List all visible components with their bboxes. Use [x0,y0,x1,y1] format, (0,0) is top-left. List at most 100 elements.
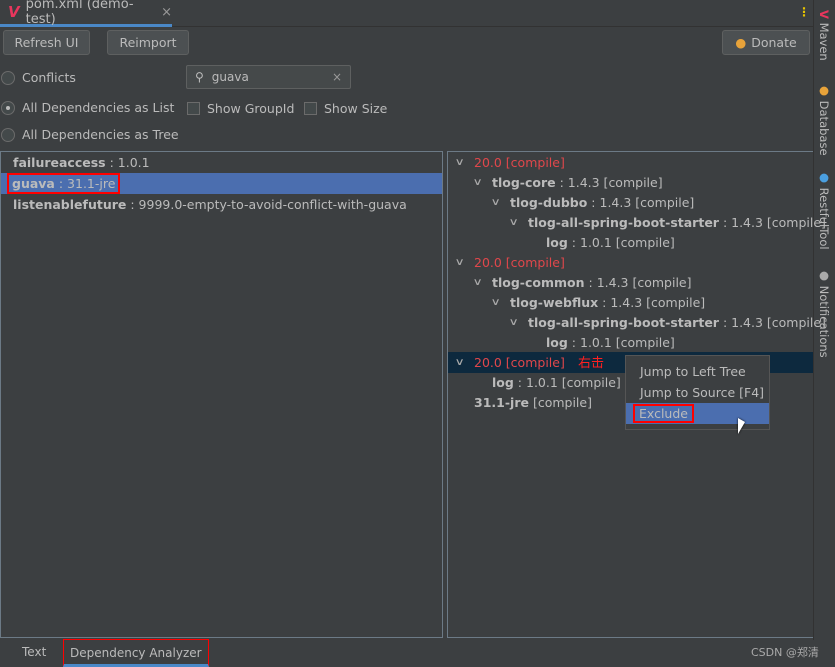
tool-database[interactable]: ● Database [817,83,831,156]
artifact-name: tlog-all-spring-boot-starter [528,215,719,230]
artifact-version: : 9999.0-empty-to-avoid-conflict-with-gu… [126,197,407,212]
artifact-name: guava [12,176,55,191]
tree-node[interactable]: ∨ tlog-core : 1.4.3 [compile] [448,172,813,193]
tool-label: Maven [817,22,831,61]
chevron-down-icon[interactable]: ∨ [455,152,465,173]
artifact-name: tlog-dubbo [510,195,588,210]
donate-icon: ● [735,35,747,50]
tree-node[interactable]: ∨ 20.0 [compile] [448,252,813,273]
artifact-name: tlog-webflux [510,295,599,310]
list-item[interactable]: failureaccess : 1.0.1 [1,152,442,173]
checkbox-label: Show Size [324,101,388,116]
tool-label: Notifications [817,285,831,358]
tab-title: pom.xml (demo-test) [25,0,134,27]
search-input[interactable]: ⚲ guava × [186,65,351,89]
checkbox-label: Show GroupId [207,101,295,116]
maven-icon: V [817,10,831,19]
donate-label: Donate [751,35,797,50]
tree-node[interactable]: log : 1.0.1 [compile] [448,232,813,253]
tree-node[interactable]: ∨ tlog-webflux : 1.4.3 [compile] [448,292,813,313]
checkbox-show-size[interactable]: Show Size [304,101,387,116]
artifact-version: : 1.4.3 [compile] [584,275,692,290]
artifact-version: : 1.4.3 [compile] [718,315,826,330]
donate-button[interactable]: ● Donate [722,30,810,55]
list-item[interactable]: guava : 31.1-jre [1,173,442,194]
context-menu: Jump to Left Tree Jump to Source [F4] Ex… [625,355,770,430]
tool-label: RestfulTool [817,187,831,250]
chevron-down-icon[interactable]: ∨ [455,252,465,273]
database-icon: ● [817,83,831,97]
refresh-ui-button[interactable]: Refresh UI [3,30,90,55]
editor-tab-bar: V pom.xml (demo-test) × ⋮ [0,0,813,27]
artifact-version: : 1.4.3 [compile] [587,195,695,210]
menu-jump-to-left-tree[interactable]: Jump to Left Tree [626,361,769,382]
more-options-icon[interactable]: ⋮ [798,5,810,19]
artifact-version: 20.0 [compile] [474,255,565,270]
chevron-down-icon[interactable]: ∨ [473,272,483,293]
tool-restfultool[interactable]: ● RestfulTool [817,170,831,250]
radio-conflicts[interactable]: Conflicts [1,70,76,85]
radio-label: All Dependencies as Tree [22,127,179,142]
tree-node[interactable]: ∨ tlog-common : 1.4.3 [compile] [448,272,813,293]
annotation-right-click: 右击 [578,356,605,371]
mouse-cursor-icon [738,418,745,434]
artifact-name: listenablefuture [13,197,127,212]
clear-search-icon[interactable]: × [332,70,342,84]
bell-icon: ● [817,268,831,282]
menu-exclude[interactable]: Exclude [626,403,769,424]
artifact-version: [compile] [528,395,592,410]
artifact-name: log [546,335,568,350]
artifact-version: : 1.4.3 [compile] [598,295,706,310]
tree-node[interactable]: ∨ tlog-all-spring-boot-starter : 1.4.3 [c… [448,212,826,233]
radio-all-as-list[interactable]: All Dependencies as List [1,100,174,115]
tool-maven[interactable]: V Maven [817,10,831,61]
chevron-down-icon[interactable]: ∨ [491,292,501,313]
tool-notifications[interactable]: ● Notifications [817,268,831,358]
close-tab-icon[interactable]: × [161,5,172,20]
artifact-version: : 1.0.1 [compile] [567,335,675,350]
dependency-list: failureaccess : 1.0.1 guava : 31.1-jre lis… [0,151,443,638]
exclude-label: Exclude [633,404,694,423]
artifact-name: tlog-common [492,275,585,290]
search-icon: ⚲ [195,70,204,84]
chevron-down-icon[interactable]: ∨ [509,212,519,233]
tree-node[interactable]: log : 1.0.1 [compile] [448,332,813,353]
artifact-version: : 1.0.1 [compile] [513,375,621,390]
globe-icon: ● [817,170,831,184]
chevron-down-icon[interactable]: ∨ [455,352,465,373]
artifact-name: log [546,235,568,250]
artifact-name: failureaccess [13,155,106,170]
reimport-button[interactable]: Reimport [107,30,189,55]
bottom-tabs: Text Dependency Analyzer CSDN @郑清 [0,638,835,667]
radio-label: Conflicts [22,70,76,85]
tree-node[interactable]: ∨ tlog-all-spring-boot-starter : 1.4.3 [c… [448,312,826,333]
artifact-version: : 1.4.3 [compile] [555,175,663,190]
checkbox-show-groupid[interactable]: Show GroupId [187,101,294,116]
radio-all-as-tree[interactable]: All Dependencies as Tree [1,127,179,142]
right-tool-strip: V Maven ● Database ● RestfulTool ● Notif… [813,0,835,640]
radio-label: All Dependencies as List [22,100,175,115]
artifact-name: tlog-all-spring-boot-starter [528,315,719,330]
artifact-version: 20.0 [compile] [474,355,565,370]
chevron-down-icon[interactable]: ∨ [473,172,483,193]
tool-label: Database [817,100,831,156]
tab-dependency-analyzer[interactable]: Dependency Analyzer [63,639,209,667]
tab-pom-xml[interactable]: V pom.xml (demo-test) × [0,0,172,27]
artifact-version: : 1.4.3 [compile] [718,215,826,230]
watermark: CSDN @郑清 [751,646,819,659]
tab-text[interactable]: Text [22,645,46,659]
menu-jump-to-source[interactable]: Jump to Source [F4] [626,382,769,403]
search-value: guava [211,70,249,84]
artifact-name: tlog-core [492,175,556,190]
artifact-version: : 1.0.1 [compile] [567,235,675,250]
list-item[interactable]: listenablefuture : 9999.0-empty-to-avoid… [1,194,442,215]
artifact-version: : 31.1-jre [54,176,116,191]
artifact-name: 31.1-jre [474,395,529,410]
artifact-name: log [492,375,514,390]
tree-node[interactable]: ∨ 20.0 [compile] [448,152,813,173]
maven-file-icon: V [8,3,20,21]
chevron-down-icon[interactable]: ∨ [509,312,519,333]
tree-node[interactable]: ∨ tlog-dubbo : 1.4.3 [compile] [448,192,813,213]
chevron-down-icon[interactable]: ∨ [491,192,501,213]
artifact-version: : 1.0.1 [105,155,150,170]
